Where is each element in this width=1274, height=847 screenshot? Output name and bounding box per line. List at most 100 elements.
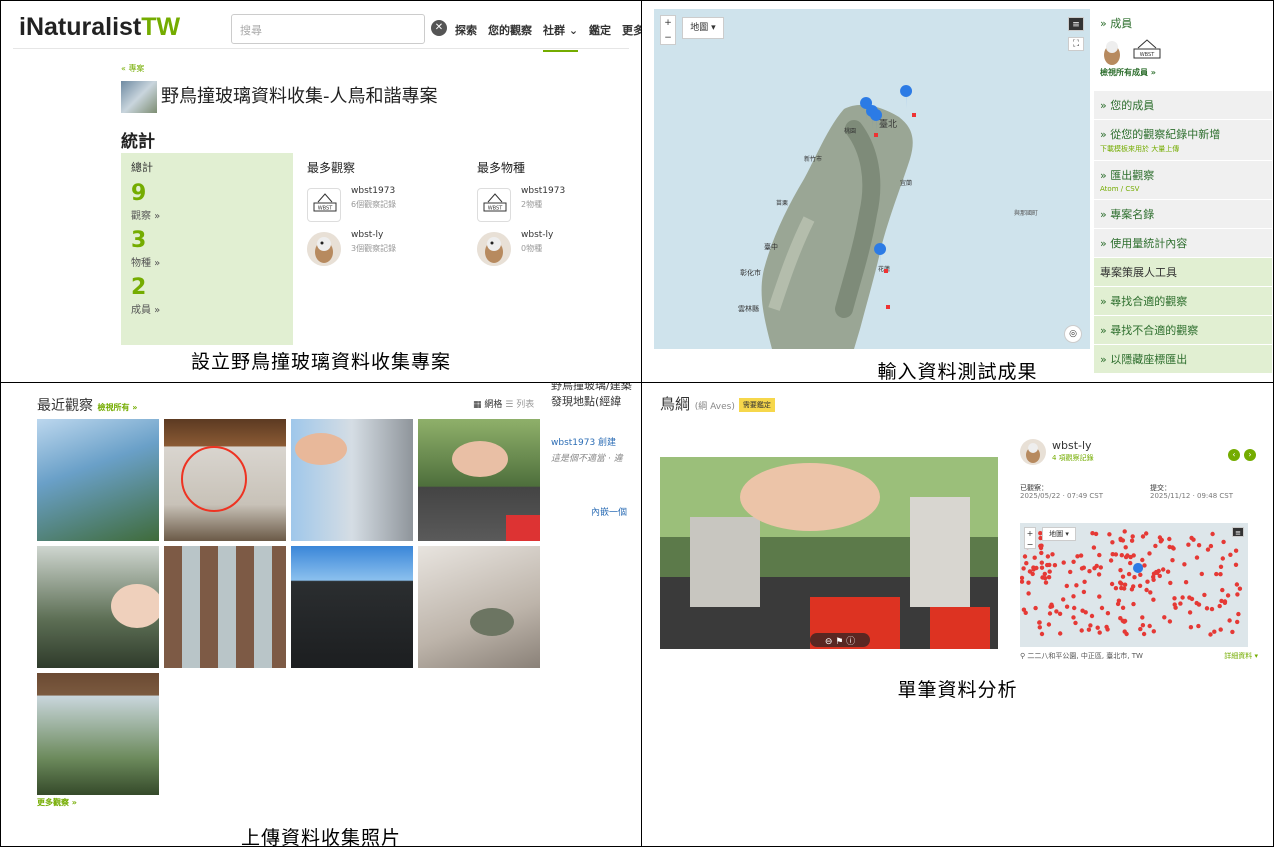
observer-name[interactable]: wbst-ly <box>351 230 383 240</box>
map-observation-dot <box>1093 531 1099 537</box>
prev-observation-button[interactable]: ‹ <box>1228 449 1240 461</box>
nav-explore[interactable]: 探索 <box>455 24 477 37</box>
next-observation-button[interactable]: › <box>1244 449 1256 461</box>
observer-avatar[interactable] <box>1020 439 1046 465</box>
map-observation-dot <box>1071 594 1076 599</box>
side-text-line[interactable]: 內嵌一個 <box>591 505 627 518</box>
side-text-line[interactable]: 這是個不適當 · 違 <box>551 451 623 464</box>
map-type-dropdown[interactable]: 地圖 ▾ <box>682 17 724 39</box>
observer-count: 3個觀察記錄 <box>351 244 397 253</box>
add-from-observations-item[interactable]: » 從您的觀察紀錄中新增 下載模板來用於 大量上傳 <box>1094 120 1272 161</box>
list-item[interactable]: WBST wbst1973 2物種 <box>477 186 641 230</box>
grid-view-button[interactable]: ▦ 網格 <box>473 400 502 410</box>
map-observation-dot <box>1087 569 1092 574</box>
caption: 設立野鳥撞玻璃資料收集專案 <box>190 351 451 373</box>
bird-avatar <box>477 232 511 266</box>
map-observation-dot <box>1057 611 1063 616</box>
usage-stats-item[interactable]: » 使用量統計內容 <box>1094 229 1272 258</box>
zoom-controls[interactable]: + − <box>1024 527 1036 549</box>
observation-photo[interactable] <box>37 419 159 541</box>
location-text: 二二八和平公園, 中正區, 臺北市, TW <box>1027 652 1143 660</box>
inaturalist-logo[interactable]: iNaturalistTW <box>19 13 180 42</box>
total-observations-label[interactable]: 觀察 » <box>131 207 283 222</box>
observer-obs-count[interactable]: 4 項觀察記錄 <box>1052 453 1094 463</box>
zoom-controls[interactable]: + − <box>660 15 676 45</box>
panel-project-setup: iNaturalistTW 搜尋 ✕ 探索 您的觀察 社群 ⌄ 鑑定 更多 « 專案 野… <box>0 0 642 383</box>
map-observation-dot <box>1107 532 1112 537</box>
map-observation-dot <box>1208 632 1213 637</box>
map-observation-dot <box>1167 544 1172 550</box>
nav-identify[interactable]: 鑑定 <box>589 24 611 37</box>
total-species-count[interactable]: 3 <box>131 230 283 252</box>
breadcrumb[interactable]: « 專案 <box>121 63 144 74</box>
clear-search-icon[interactable]: ✕ <box>431 20 447 36</box>
list-item[interactable]: wbst-ly 3個觀察記錄 <box>307 230 487 274</box>
map-observation-dot <box>1205 547 1211 552</box>
location-map[interactable]: + − 地圖 ▾ ≡ <box>1020 523 1248 647</box>
svg-text:⊖ ⚑ ⓘ: ⊖ ⚑ ⓘ <box>825 636 855 647</box>
species-user-name[interactable]: wbst-ly <box>521 230 553 240</box>
map-observation-dot <box>1172 596 1177 601</box>
project-checklist-item[interactable]: » 專案名錄 <box>1094 200 1272 229</box>
your-membership-item[interactable]: » 您的成員 <box>1094 91 1272 120</box>
observation-photo[interactable] <box>418 419 540 541</box>
observation-photo[interactable] <box>37 546 159 668</box>
view-all-link[interactable]: 檢視所有 » <box>97 403 137 412</box>
species-count: 0物種 <box>521 244 543 253</box>
find-suitable-observations[interactable]: » 尋找合適的觀察 <box>1094 287 1272 316</box>
map-observation-dot <box>1074 583 1079 588</box>
list-view-button[interactable]: ☰ 列表 <box>505 400 534 410</box>
map-observation-dot <box>1151 577 1156 582</box>
total-members-label[interactable]: 成員 » <box>131 301 283 316</box>
map-observation-dot <box>1233 562 1239 567</box>
observer-name[interactable]: wbst1973 <box>351 186 395 196</box>
side-text-line: 野鳥撞玻璃/建築 <box>551 382 632 392</box>
nav-your-observations[interactable]: 您的觀察 <box>488 24 532 37</box>
map-observation-dot <box>1218 627 1223 632</box>
map-observation-dot <box>1122 618 1128 624</box>
bird-avatar <box>307 232 341 266</box>
list-item[interactable]: wbst-ly 0物種 <box>477 230 641 274</box>
observer-username[interactable]: wbst-ly <box>1052 439 1092 452</box>
total-species-label[interactable]: 物種 » <box>131 254 283 269</box>
details-link[interactable]: 詳細資料 ▾ <box>1224 651 1258 661</box>
more-observations-link[interactable]: 更多觀察 » <box>37 797 77 808</box>
find-unsuitable-observations[interactable]: » 尋找不合適的觀察 <box>1094 316 1272 345</box>
observation-photo[interactable] <box>418 546 540 668</box>
search-input[interactable]: 搜尋 <box>231 14 425 44</box>
species-user-name[interactable]: wbst1973 <box>521 186 565 196</box>
fullscreen-icon[interactable]: ⛶ <box>1068 37 1084 51</box>
total-observations-count[interactable]: 9 <box>131 183 283 205</box>
observation-photo[interactable] <box>291 546 413 668</box>
top-observers-heading: 最多觀察 <box>307 161 356 175</box>
map-label-changhua: 彰化市 <box>740 268 761 277</box>
map-observation-dot <box>1039 550 1044 556</box>
map-observation-dot <box>1147 623 1152 629</box>
map-observation-dot <box>1073 620 1078 626</box>
map-observation-dot <box>1210 531 1215 537</box>
nav-more[interactable]: 更多 <box>622 24 641 37</box>
total-members-count[interactable]: 2 <box>131 277 283 299</box>
members-link[interactable]: » 成員 <box>1100 15 1266 31</box>
locate-icon[interactable]: ◎ <box>1064 325 1082 343</box>
map-observation-dot <box>1047 611 1053 616</box>
observation-photo[interactable] <box>164 546 286 668</box>
observation-main-photo[interactable]: ⊖ ⚑ ⓘ <box>660 457 998 649</box>
wbst-logo-avatar: WBST <box>307 188 341 222</box>
map-observation-dot <box>1026 580 1031 585</box>
list-item[interactable]: WBST wbst1973 6個觀察記錄 <box>307 186 487 230</box>
top-species-heading: 最多物種 <box>477 161 526 175</box>
observation-photo[interactable] <box>164 419 286 541</box>
layers-icon[interactable]: ≡ <box>1068 17 1084 31</box>
side-text-line[interactable]: wbst1973 創建 <box>551 435 616 448</box>
export-observations-item[interactable]: » 匯出觀察 Atom / CSV <box>1094 161 1272 200</box>
map-observation-dot <box>1098 565 1103 570</box>
layers-icon[interactable]: ≡ <box>1232 527 1244 537</box>
map-type-dropdown[interactable]: 地圖 ▾ <box>1042 527 1076 541</box>
observation-photo[interactable] <box>291 419 413 541</box>
nav-community[interactable]: 社群 ⌄ <box>543 24 579 52</box>
view-all-members-link[interactable]: 檢視所有成員 » <box>1100 67 1266 78</box>
observation-map[interactable]: 臺北 桃園 新竹市 苗栗 臺中 彰化市 雲林縣 花蓮 宜蘭 與那國町 <box>654 9 1090 350</box>
observation-photo[interactable] <box>37 673 159 795</box>
map-observation-dot <box>1118 537 1123 543</box>
